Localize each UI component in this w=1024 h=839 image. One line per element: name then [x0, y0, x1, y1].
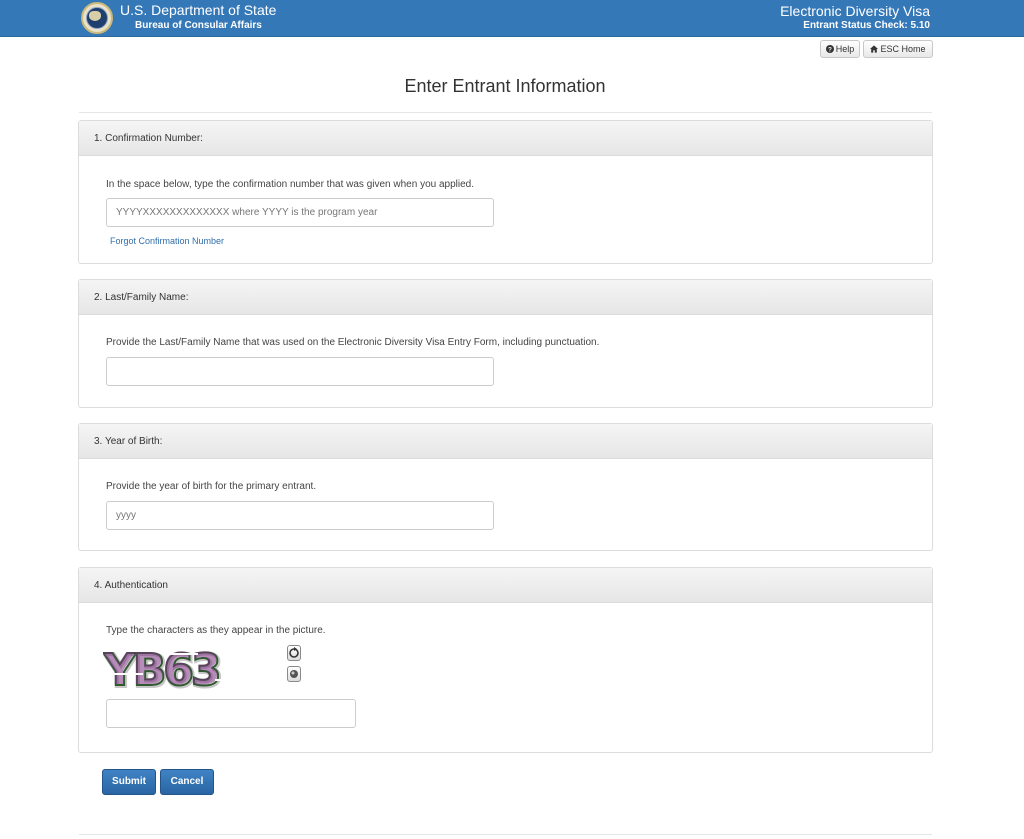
captcha-input[interactable]	[106, 699, 356, 728]
submit-button[interactable]: Submit	[102, 769, 156, 795]
esc-home-button-label: ESC Home	[880, 44, 926, 54]
last-name-panel: 2. Last/Family Name: Provide the Last/Fa…	[78, 279, 933, 408]
question-circle-icon: ?	[825, 45, 834, 53]
title-divider	[79, 112, 932, 113]
seal-eagle	[89, 11, 101, 21]
department-title: U.S. Department of State	[120, 2, 277, 18]
captcha-image: YB63 YB63 YB63	[103, 644, 253, 690]
last-name-instruction: Provide the Last/Family Name that was us…	[106, 337, 600, 348]
forgot-confirmation-number-link[interactable]: Forgot Confirmation Number	[110, 235, 224, 247]
audio-icon	[290, 670, 298, 678]
cancel-button[interactable]: Cancel	[160, 769, 214, 795]
bureau-subtitle: Bureau of Consular Affairs	[135, 20, 262, 31]
confirmation-number-instruction: In the space below, type the confirmatio…	[106, 179, 475, 190]
application-version: Entrant Status Check: 5.10	[803, 20, 930, 31]
confirmation-number-input[interactable]	[106, 198, 494, 227]
captcha-audio-button[interactable]	[287, 666, 301, 682]
svg-text:?: ?	[828, 46, 832, 53]
refresh-icon	[289, 647, 299, 658]
last-name-heading: 2. Last/Family Name:	[79, 280, 932, 315]
help-button-label: Help	[835, 44, 855, 54]
state-department-seal-icon	[81, 2, 113, 34]
captcha-instruction: Type the characters as they appear in th…	[106, 625, 326, 636]
year-of-birth-panel: 3. Year of Birth: Provide the year of bi…	[78, 423, 933, 551]
authentication-heading: 4. Authentication	[79, 568, 932, 603]
page-title: Enter Entrant Information	[404, 76, 606, 96]
footer-divider	[79, 834, 932, 835]
year-of-birth-heading: 3. Year of Birth:	[79, 424, 932, 459]
site-header: U.S. Department of State Bureau of Consu…	[0, 0, 1024, 37]
home-icon	[870, 45, 879, 53]
year-of-birth-input[interactable]	[106, 501, 494, 530]
confirmation-number-heading: 1. Confirmation Number:	[79, 121, 932, 156]
confirmation-number-panel: 1. Confirmation Number: In the space bel…	[78, 120, 933, 264]
help-button[interactable]: ? Help	[820, 40, 860, 58]
application-title: Electronic Diversity Visa	[780, 3, 930, 19]
esc-home-button[interactable]: ESC Home	[863, 40, 933, 58]
captcha-fill-text: YB63	[103, 644, 218, 690]
last-name-input[interactable]	[106, 357, 494, 386]
year-of-birth-instruction: Provide the year of birth for the primar…	[106, 481, 317, 492]
captcha-refresh-button[interactable]	[287, 645, 301, 661]
authentication-panel: 4. Authentication Type the characters as…	[78, 567, 933, 753]
